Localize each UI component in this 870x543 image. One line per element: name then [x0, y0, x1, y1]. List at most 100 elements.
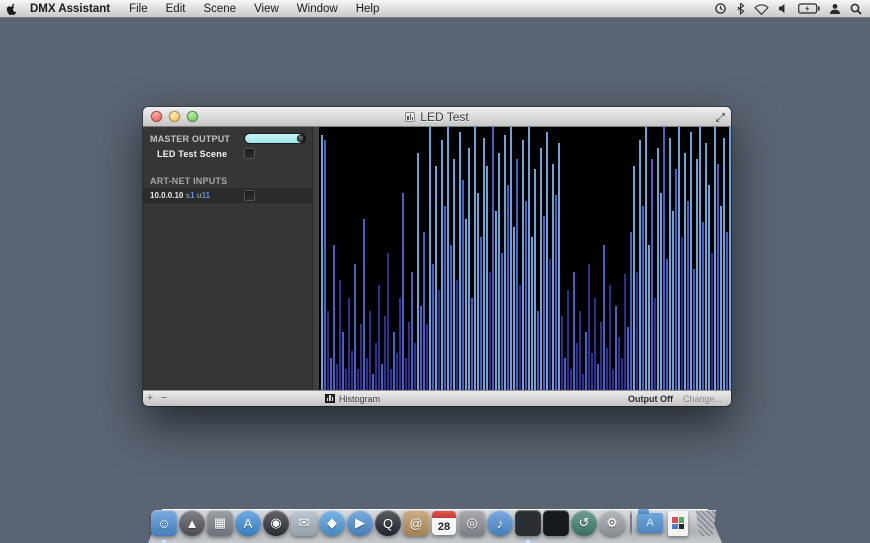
dock-itunes-icon[interactable]: ♪: [487, 508, 514, 538]
master-output-knob[interactable]: [297, 135, 304, 142]
histogram-bar: [633, 166, 635, 390]
dock-contacts-icon[interactable]: @: [403, 508, 430, 538]
menu-edit[interactable]: Edit: [157, 3, 195, 15]
histogram-bar: [543, 216, 545, 390]
dock-system-preferences-icon[interactable]: ⚙: [599, 508, 626, 538]
histogram-bar: [522, 140, 524, 390]
histogram-bar: [531, 237, 533, 390]
master-output-slider[interactable]: [244, 133, 306, 144]
histogram-bar: [717, 164, 719, 390]
dock-time-machine-icon[interactable]: ↺: [571, 508, 598, 538]
histogram-bar: [645, 127, 647, 390]
spotlight-icon[interactable]: [850, 3, 862, 15]
histogram-bar: [657, 148, 659, 390]
dock-mission-control-icon[interactable]: ▦: [207, 508, 234, 538]
airport-icon[interactable]: [754, 3, 769, 15]
histogram-bar: [417, 153, 419, 390]
histogram-bar: [576, 343, 578, 390]
menu-help[interactable]: Help: [347, 3, 389, 15]
remove-button[interactable]: −: [157, 392, 171, 405]
apple-menu-icon[interactable]: [0, 2, 24, 16]
histogram-bar: [351, 351, 353, 390]
output-status-label: Output Off: [628, 394, 673, 404]
dock-quicktime-icon[interactable]: Q: [375, 508, 402, 538]
histogram-bar: [327, 311, 329, 390]
dock-safari-icon[interactable]: ◆: [319, 508, 346, 538]
histogram-bar: [393, 332, 395, 390]
sidebar-scrollbar[interactable]: [312, 127, 319, 390]
scene-checkbox[interactable]: [244, 148, 255, 159]
dock-documents-icon[interactable]: [665, 508, 692, 538]
histogram-bar: [702, 222, 704, 390]
histogram-bar: [555, 195, 557, 390]
zoom-button[interactable]: [187, 111, 198, 122]
histogram-bar: [684, 153, 686, 390]
menu-view[interactable]: View: [245, 3, 288, 15]
artnet-checkbox[interactable]: [244, 190, 255, 201]
histogram-bar: [678, 127, 680, 390]
histogram-bar: [597, 364, 599, 390]
dock-dmx-assistant-icon[interactable]: [515, 508, 542, 538]
histogram-bar: [450, 245, 452, 390]
dock-app-store-icon[interactable]: A: [235, 508, 262, 538]
calendar-date: 28: [432, 518, 456, 535]
dock-finder-icon[interactable]: ☺: [151, 508, 178, 538]
histogram-bar: [681, 237, 683, 390]
histogram-bar: [321, 135, 323, 390]
dock-facetime-icon[interactable]: ▶: [347, 508, 374, 538]
histogram-bar: [669, 138, 671, 390]
view-mode-button[interactable]: Histogram: [325, 394, 380, 404]
dock-launchpad-icon[interactable]: ▲: [179, 508, 206, 538]
histogram-bar: [396, 353, 398, 390]
histogram-bar: [588, 264, 590, 390]
histogram-bar: [546, 132, 548, 390]
dock-photo-booth-icon[interactable]: ◎: [459, 508, 486, 538]
add-button[interactable]: +: [143, 392, 157, 405]
dock-trash-icon[interactable]: [693, 508, 720, 538]
histogram-bar: [654, 298, 656, 390]
histogram-bar: [429, 127, 431, 390]
dock-dashboard-icon[interactable]: ◉: [263, 508, 290, 538]
scene-row[interactable]: LED Test Scene: [143, 146, 312, 161]
dock-calendar-icon[interactable]: 28: [431, 508, 458, 538]
dock-mail-icon[interactable]: ✉: [291, 508, 318, 538]
battery-icon[interactable]: [798, 3, 820, 14]
histogram-bar: [468, 148, 470, 390]
histogram-bar: [519, 285, 521, 390]
histogram-bar: [456, 280, 458, 390]
histogram-bar: [603, 245, 605, 390]
histogram-bar: [582, 374, 584, 390]
fullscreen-icon[interactable]: [715, 110, 726, 128]
menu-window[interactable]: Window: [288, 3, 347, 15]
document-proxy-icon[interactable]: [405, 112, 415, 122]
histogram-bar: [501, 253, 503, 390]
window-titlebar[interactable]: LED Test: [143, 107, 731, 127]
dock-displays-icon[interactable]: [543, 508, 570, 538]
bluetooth-icon[interactable]: [736, 2, 745, 15]
menu-file[interactable]: File: [120, 3, 157, 15]
histogram-bar: [480, 237, 482, 390]
histogram-bar: [648, 245, 650, 390]
dock-applications-folder-icon[interactable]: A: [637, 508, 664, 538]
volume-icon[interactable]: [778, 3, 789, 14]
master-output-fill: [245, 134, 303, 143]
histogram-bar: [630, 232, 632, 390]
histogram-bar: [636, 272, 638, 390]
histogram-bar: [525, 201, 527, 390]
histogram-bar: [723, 138, 725, 390]
histogram-bar: [615, 306, 617, 390]
time-machine-icon[interactable]: [714, 2, 727, 15]
histogram-bar: [627, 327, 629, 390]
histogram-bar: [639, 140, 641, 390]
active-app-name[interactable]: DMX Assistant: [30, 3, 110, 15]
minimize-button[interactable]: [169, 111, 180, 122]
close-button[interactable]: [151, 111, 162, 122]
user-icon[interactable]: [829, 3, 841, 15]
histogram-bar: [459, 132, 461, 390]
change-output-button[interactable]: Change...: [683, 394, 722, 404]
histogram-bar: [387, 253, 389, 390]
histogram-bar: [579, 311, 581, 390]
artnet-input-row[interactable]: 10.0.0.10 s1 u11: [143, 188, 312, 203]
menu-scene[interactable]: Scene: [194, 3, 245, 15]
histogram-bar: [675, 169, 677, 390]
